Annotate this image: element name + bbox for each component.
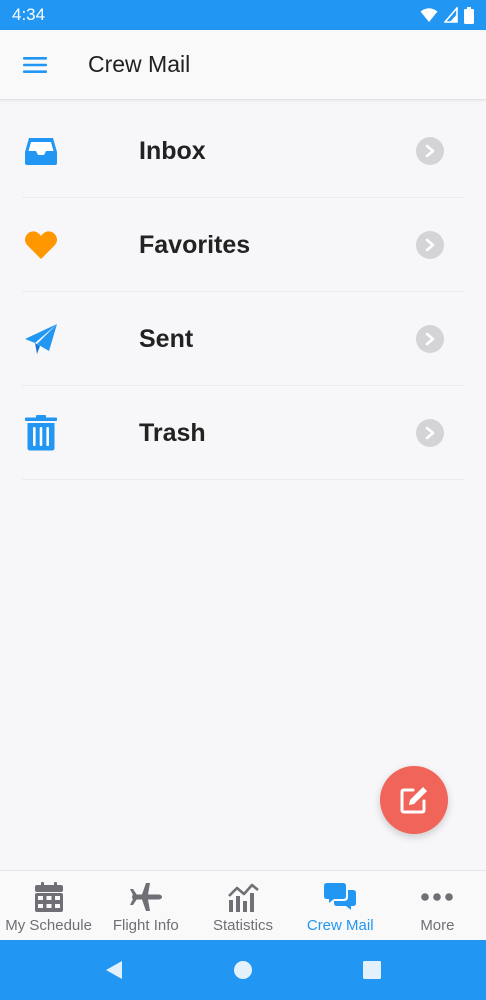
status-time: 4:34 [12, 5, 46, 24]
folder-label: Inbox [139, 136, 206, 165]
folder-label: Sent [139, 324, 194, 353]
recents-button[interactable] [342, 940, 402, 1000]
home-circle-icon [233, 961, 252, 979]
tab-label: Crew Mail [306, 917, 374, 934]
mail-folder-list: Inbox Favorites Sent Trash [0, 104, 486, 480]
folder-row-trash[interactable]: Trash [0, 386, 486, 480]
signal-icon [444, 7, 458, 23]
paper-plane-icon [22, 320, 60, 358]
hamburger-menu-icon [23, 56, 47, 73]
folder-label: Trash [139, 418, 206, 447]
folder-row-favorites[interactable]: Favorites [0, 198, 486, 292]
tab-flight-info[interactable]: Flight Info [97, 871, 194, 940]
battery-icon [464, 6, 474, 24]
chart-icon [227, 881, 259, 913]
compose-button[interactable] [380, 766, 448, 834]
calendar-icon [34, 881, 63, 913]
airplane-icon [129, 881, 162, 913]
recents-square-icon [362, 961, 381, 979]
chat-bubbles-icon [324, 881, 357, 913]
folder-row-sent[interactable]: Sent [0, 292, 486, 386]
chevron-right-icon [416, 419, 444, 447]
home-button[interactable] [213, 940, 273, 1000]
tab-label: My Schedule [5, 917, 92, 934]
chevron-right-icon [416, 137, 444, 165]
menu-button[interactable] [0, 30, 70, 100]
back-triangle-icon [106, 961, 123, 979]
chevron-right-icon [416, 231, 444, 259]
compose-edit-icon [400, 787, 427, 814]
tab-my-schedule[interactable]: My Schedule [0, 871, 97, 940]
inbox-tray-icon [22, 132, 60, 170]
chevron-right-icon [416, 325, 444, 353]
more-dots-icon [421, 881, 454, 913]
back-button[interactable] [84, 940, 144, 1000]
folder-label: Favorites [139, 230, 251, 259]
system-icons [420, 6, 474, 24]
tab-statistics[interactable]: Statistics [194, 871, 291, 940]
tab-crew-mail[interactable]: Crew Mail [292, 871, 389, 940]
heart-icon [22, 226, 60, 264]
app-bar: Crew Mail [0, 30, 486, 100]
status-bar: 4:34 [0, 0, 486, 30]
page-title: Crew Mail [88, 51, 191, 77]
tab-more[interactable]: More [389, 871, 486, 940]
tab-label: Flight Info [112, 917, 179, 934]
bottom-tab-bar: My Schedule Flight Info Statistics Crew … [0, 870, 486, 940]
folder-row-inbox[interactable]: Inbox [0, 104, 486, 198]
trash-can-icon [22, 414, 60, 452]
wifi-icon [420, 8, 438, 22]
system-navigation-bar [0, 940, 486, 1000]
tab-label: More [420, 917, 455, 934]
tab-label: Statistics [213, 917, 274, 934]
